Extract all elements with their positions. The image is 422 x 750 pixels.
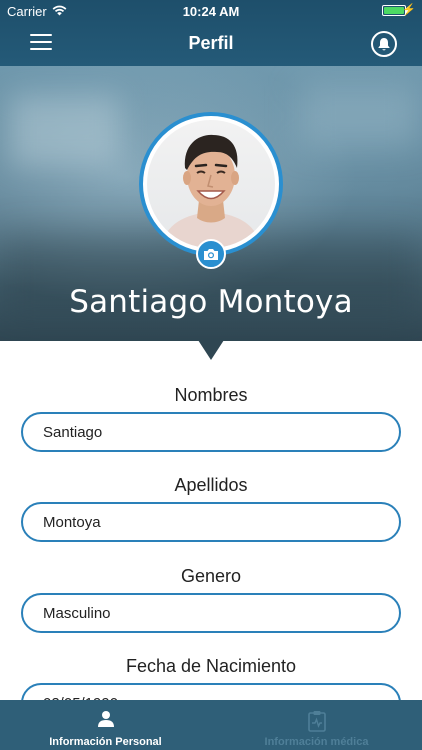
last-name-label: Apellidos <box>174 475 248 495</box>
bell-icon <box>378 37 390 50</box>
tab-personal-info-label: Información Personal <box>49 736 162 748</box>
tab-medical-info-label: Información médica <box>264 736 369 748</box>
gender-field[interactable]: Masculino <box>21 593 401 633</box>
clock: 10:24 AM <box>182 4 240 19</box>
clipboard-icon <box>307 710 326 737</box>
birthdate-label: Fecha de Nacimiento <box>125 656 297 676</box>
avatar-frame <box>139 112 283 256</box>
notifications-button[interactable] <box>371 31 397 57</box>
profile-header: Santiago Montoya <box>0 66 422 341</box>
profile-name: Santiago Montoya <box>69 284 353 320</box>
change-photo-button[interactable] <box>196 239 226 269</box>
avatar <box>147 120 275 248</box>
top-bar: Carrier 10:24 AM ⚡ Perfil <box>0 0 422 66</box>
camera-icon <box>204 248 218 260</box>
first-name-label: Nombres <box>174 385 248 405</box>
tab-bar: Información Personal Información médica <box>0 700 422 750</box>
tab-medical-info[interactable]: Información médica <box>211 700 422 750</box>
charging-icon: ⚡ <box>402 4 416 16</box>
last-name-field[interactable]: Montoya <box>21 502 401 542</box>
section-pointer <box>198 340 224 360</box>
page-title: Perfil <box>188 33 234 53</box>
nav-bar: Perfil <box>0 22 422 66</box>
gender-label: Genero <box>180 566 242 586</box>
first-name-field[interactable]: Santiago <box>21 412 401 452</box>
status-bar: Carrier 10:24 AM ⚡ <box>0 0 422 22</box>
tab-personal-info[interactable]: Información Personal <box>0 700 211 750</box>
user-icon <box>97 710 115 733</box>
